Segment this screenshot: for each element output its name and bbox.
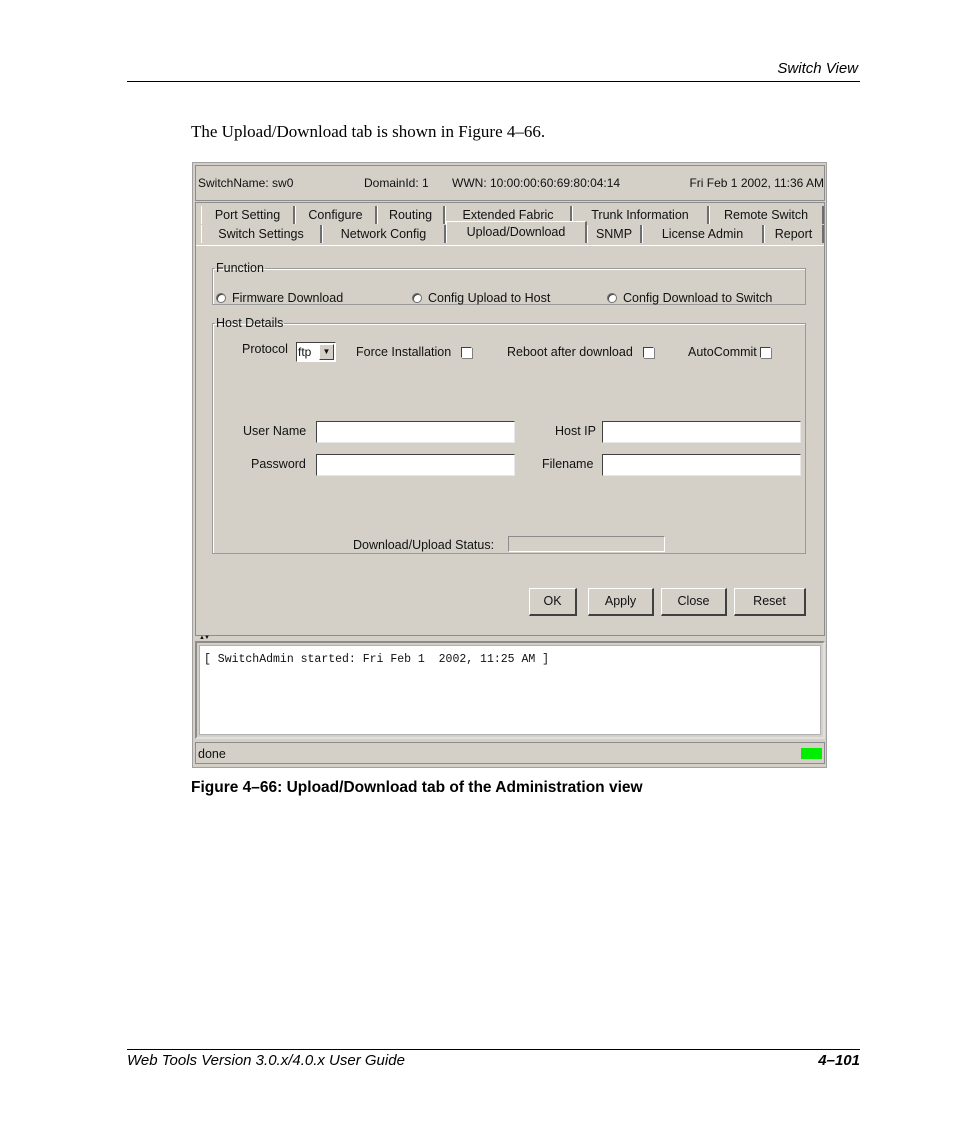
log-textarea[interactable]: [ SwitchAdmin started: Fri Feb 1 2002, 1… xyxy=(199,645,821,735)
radio-label: Config Download to Switch xyxy=(623,291,773,305)
status-label: Download/Upload Status: xyxy=(353,538,495,552)
protocol-value: ftp xyxy=(298,345,312,359)
password-input[interactable] xyxy=(316,454,515,476)
domain-id: DomainId: 1 xyxy=(364,176,429,190)
force-installation-checkbox[interactable]: Force Installation xyxy=(356,345,473,359)
tab-routing[interactable]: Routing xyxy=(377,206,445,224)
radio-firmware-download[interactable]: Firmware Download xyxy=(216,291,343,305)
upload-download-content: Function Firmware Download Config Upload… xyxy=(196,245,824,635)
switch-name: SwitchName: sw0 xyxy=(198,176,294,190)
protocol-label: Protocol xyxy=(242,342,288,356)
host-ip-input[interactable] xyxy=(602,421,801,443)
close-button[interactable]: Close xyxy=(661,588,727,616)
radio-label: Config Upload to Host xyxy=(428,291,551,305)
tab-snmp[interactable]: SNMP xyxy=(587,225,642,243)
checkbox-icon[interactable] xyxy=(759,346,771,358)
password-label: Password xyxy=(251,457,306,471)
host-details-legend: Host Details xyxy=(216,316,284,330)
tab-report[interactable]: Report xyxy=(764,225,824,243)
footer-title: Web Tools Version 3.0.x/4.0.x User Guide xyxy=(127,1052,405,1069)
reboot-label: Reboot after download xyxy=(507,345,633,359)
tab-port-setting[interactable]: Port Setting xyxy=(201,206,295,224)
status-bar: done xyxy=(195,742,825,764)
function-legend: Function xyxy=(216,261,264,275)
status-text: done xyxy=(198,747,226,761)
radio-config-download[interactable]: Config Download to Switch xyxy=(607,291,772,305)
tab-network-config[interactable]: Network Config xyxy=(322,225,446,243)
radio-config-upload[interactable]: Config Upload to Host xyxy=(412,291,550,305)
intro-paragraph: The Upload/Download tab is shown in Figu… xyxy=(191,122,546,141)
apply-button[interactable]: Apply xyxy=(588,588,654,616)
header-rule xyxy=(127,81,860,82)
chevron-down-icon[interactable]: ▼ xyxy=(319,344,334,360)
autocommit-label: AutoCommit xyxy=(688,345,757,359)
wwn: WWN: 10:00:00:60:69:80:04:14 xyxy=(452,176,621,190)
tabbed-panel: Port Setting Configure Routing Extended … xyxy=(195,202,825,636)
tab-license-admin[interactable]: License Admin xyxy=(642,225,764,243)
tab-remote-switch[interactable]: Remote Switch xyxy=(709,206,824,224)
protocol-select[interactable]: ftp ▼ xyxy=(296,342,336,362)
radio-button-icon[interactable] xyxy=(412,293,422,303)
footer-rule xyxy=(127,1049,860,1050)
radio-button-icon[interactable] xyxy=(607,293,617,303)
datetime: Fri Feb 1 2002, 11:36 AM xyxy=(689,176,824,190)
force-installation-label: Force Installation xyxy=(356,345,452,359)
download-upload-progress xyxy=(508,536,665,552)
filename-label: Filename xyxy=(542,457,594,471)
host-ip-label: Host IP xyxy=(555,424,596,438)
switch-admin-window: SwitchName: sw0 DomainId: 1 WWN: 10:00:0… xyxy=(192,162,827,768)
tab-upload-download[interactable]: Upload/Download xyxy=(446,221,587,243)
figure-caption: Figure 4–66: Upload/Download tab of the … xyxy=(191,779,643,796)
page-number: 4–101 xyxy=(818,1052,860,1069)
running-head: Switch View xyxy=(777,60,858,77)
user-name-input[interactable] xyxy=(316,421,515,443)
tab-switch-settings[interactable]: Switch Settings xyxy=(201,225,322,243)
filename-input[interactable] xyxy=(602,454,801,476)
log-panel: [ SwitchAdmin started: Fri Feb 1 2002, 1… xyxy=(195,641,825,739)
radio-label: Firmware Download xyxy=(232,291,344,305)
checkbox-icon[interactable] xyxy=(642,346,654,358)
switch-info-bar: SwitchName: sw0 DomainId: 1 WWN: 10:00:0… xyxy=(195,165,825,201)
tab-trunk-information[interactable]: Trunk Information xyxy=(572,206,709,224)
checkbox-icon[interactable] xyxy=(461,346,473,358)
radio-button-icon[interactable] xyxy=(216,293,226,303)
status-indicator-icon xyxy=(801,748,822,759)
user-name-label: User Name xyxy=(243,424,307,438)
ok-button[interactable]: OK xyxy=(529,588,577,616)
tab-configure[interactable]: Configure xyxy=(295,206,377,224)
reset-button[interactable]: Reset xyxy=(734,588,806,616)
reboot-after-download-checkbox[interactable]: Reboot after download xyxy=(507,345,654,359)
autocommit-checkbox[interactable]: AutoCommit xyxy=(688,345,771,359)
